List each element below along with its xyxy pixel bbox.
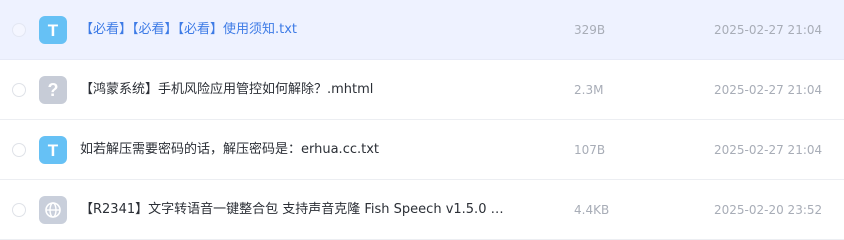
file-row[interactable]: T 【必看】【必看】【必看】使用须知.txt 329B 2025-02-27 2… — [0, 0, 844, 60]
row-checkbox[interactable] — [12, 203, 26, 217]
unknown-file-icon-glyph: ? — [47, 80, 59, 100]
file-date: 2025-02-27 21:04 — [714, 23, 823, 37]
row-checkbox[interactable] — [12, 23, 26, 37]
file-size: 2.3M — [574, 83, 604, 97]
file-name[interactable]: 【鸿蒙系统】手机风险应用管控如何解除？.mhtml — [80, 81, 520, 99]
file-date: 2025-02-20 23:52 — [714, 203, 823, 217]
globe-icon — [45, 202, 61, 218]
file-size: 107B — [574, 143, 606, 157]
file-row[interactable]: ? 【鸿蒙系统】手机风险应用管控如何解除？.mhtml 2.3M 2025-02… — [0, 60, 844, 120]
file-date: 2025-02-27 21:04 — [714, 83, 823, 97]
row-checkbox[interactable] — [12, 143, 26, 157]
file-name[interactable]: 如若解压需要密码的话，解压密码是：erhua.cc.txt — [80, 141, 520, 159]
row-checkbox[interactable] — [12, 83, 26, 97]
file-size: 4.4KB — [574, 203, 610, 217]
txt-file-icon-glyph: T — [47, 20, 59, 40]
unknown-file-icon: ? — [39, 76, 67, 104]
txt-file-icon-glyph: T — [47, 140, 59, 160]
web-link-icon — [39, 196, 67, 224]
file-name[interactable]: 【R2341】文字转语音一键整合包 支持声音克隆 Fish Speech v1.… — [80, 201, 520, 219]
file-row[interactable]: T 如若解压需要密码的话，解压密码是：erhua.cc.txt 107B 202… — [0, 120, 844, 180]
file-size: 329B — [574, 23, 606, 37]
file-row[interactable]: 【R2341】文字转语音一键整合包 支持声音克隆 Fish Speech v1.… — [0, 180, 844, 240]
file-date: 2025-02-27 21:04 — [714, 143, 823, 157]
txt-file-icon: T — [39, 16, 67, 44]
file-name[interactable]: 【必看】【必看】【必看】使用须知.txt — [80, 21, 520, 39]
txt-file-icon: T — [39, 136, 67, 164]
file-list: T 【必看】【必看】【必看】使用须知.txt 329B 2025-02-27 2… — [0, 0, 844, 240]
